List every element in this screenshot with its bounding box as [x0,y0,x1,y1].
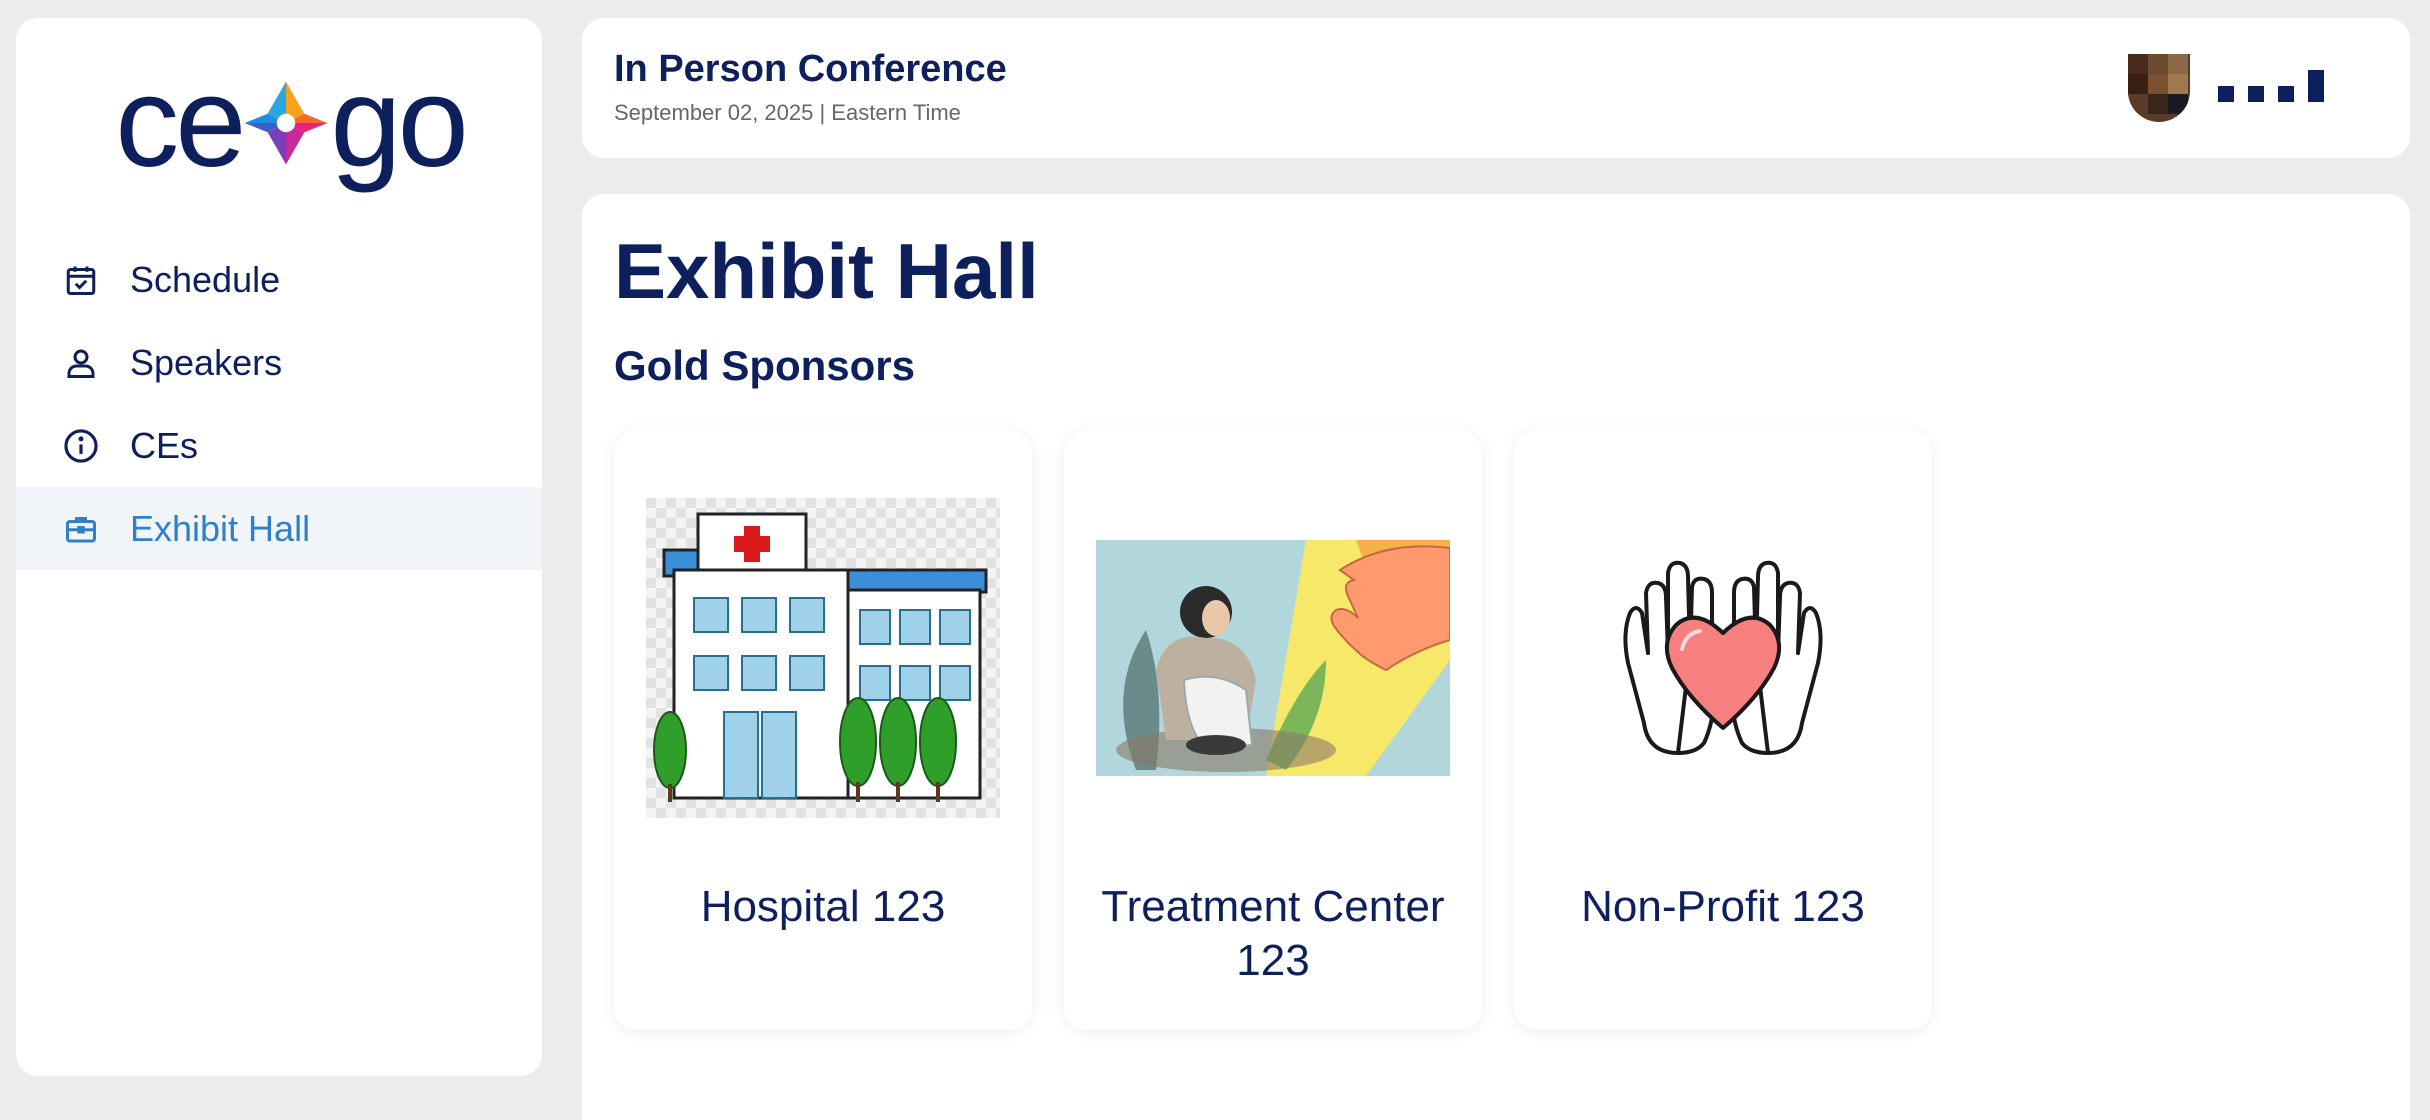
event-date: September 02, 2025 | Eastern Time [614,100,961,125]
sidebar-item-exhibit-hall[interactable]: Exhibit Hall [16,487,542,570]
info-icon [60,425,102,467]
section-title: Gold Sponsors [614,342,916,389]
hands-heart-icon [1546,498,1900,818]
avatar[interactable] [2128,54,2190,122]
sidebar-item-speakers[interactable]: Speakers [16,321,542,404]
sidebar-item-label: CEs [130,424,199,466]
header: In Person Conference September 02, 2025 … [582,18,2410,158]
sidebar-nav: Schedule Speakers CEs Exhibit Hall [16,238,542,570]
logo-text-left: ce [115,51,246,194]
logo-text-right: go [330,51,468,194]
cego-logo[interactable]: ce go [90,48,490,198]
sponsor-name: Treatment Center 123 [1101,882,1445,985]
exhibit-hall-title: Exhibit Hall [614,227,1039,315]
menu-dots-icon[interactable] [2218,70,2324,102]
sponsor-card-non-profit[interactable]: Non-Profit 123 [1514,430,1932,1030]
logo-mark-icon [245,81,328,165]
sponsor-card-treatment-center[interactable]: Treatment Center 123 [1064,430,1482,1030]
page-title: In Person Conference [614,48,1007,90]
sponsor-name: Hospital 123 [700,882,946,931]
sidebar-item-schedule[interactable]: Schedule [16,238,542,321]
sidebar-item-label: Speakers [130,341,283,383]
sidebar-item-ces[interactable]: CEs [16,404,542,487]
sidebar-item-label: Exhibit Hall [130,507,311,549]
sponsor-name: Non-Profit 123 [1581,882,1865,931]
briefcase-icon [60,508,102,550]
helping-hand-illustration [1096,498,1450,818]
hospital-building-image [646,498,1000,818]
sponsor-card-hospital[interactable]: Hospital 123 [614,430,1032,1030]
person-icon [60,342,102,384]
sidebar-item-label: Schedule [130,258,281,300]
sidebar: ce go Schedule Speakers CEs Exhibit Hall [16,18,542,1076]
main-content: Exhibit Hall Gold Sponsors Hospital 123 … [582,194,2410,1120]
calendar-check-icon [60,259,102,301]
